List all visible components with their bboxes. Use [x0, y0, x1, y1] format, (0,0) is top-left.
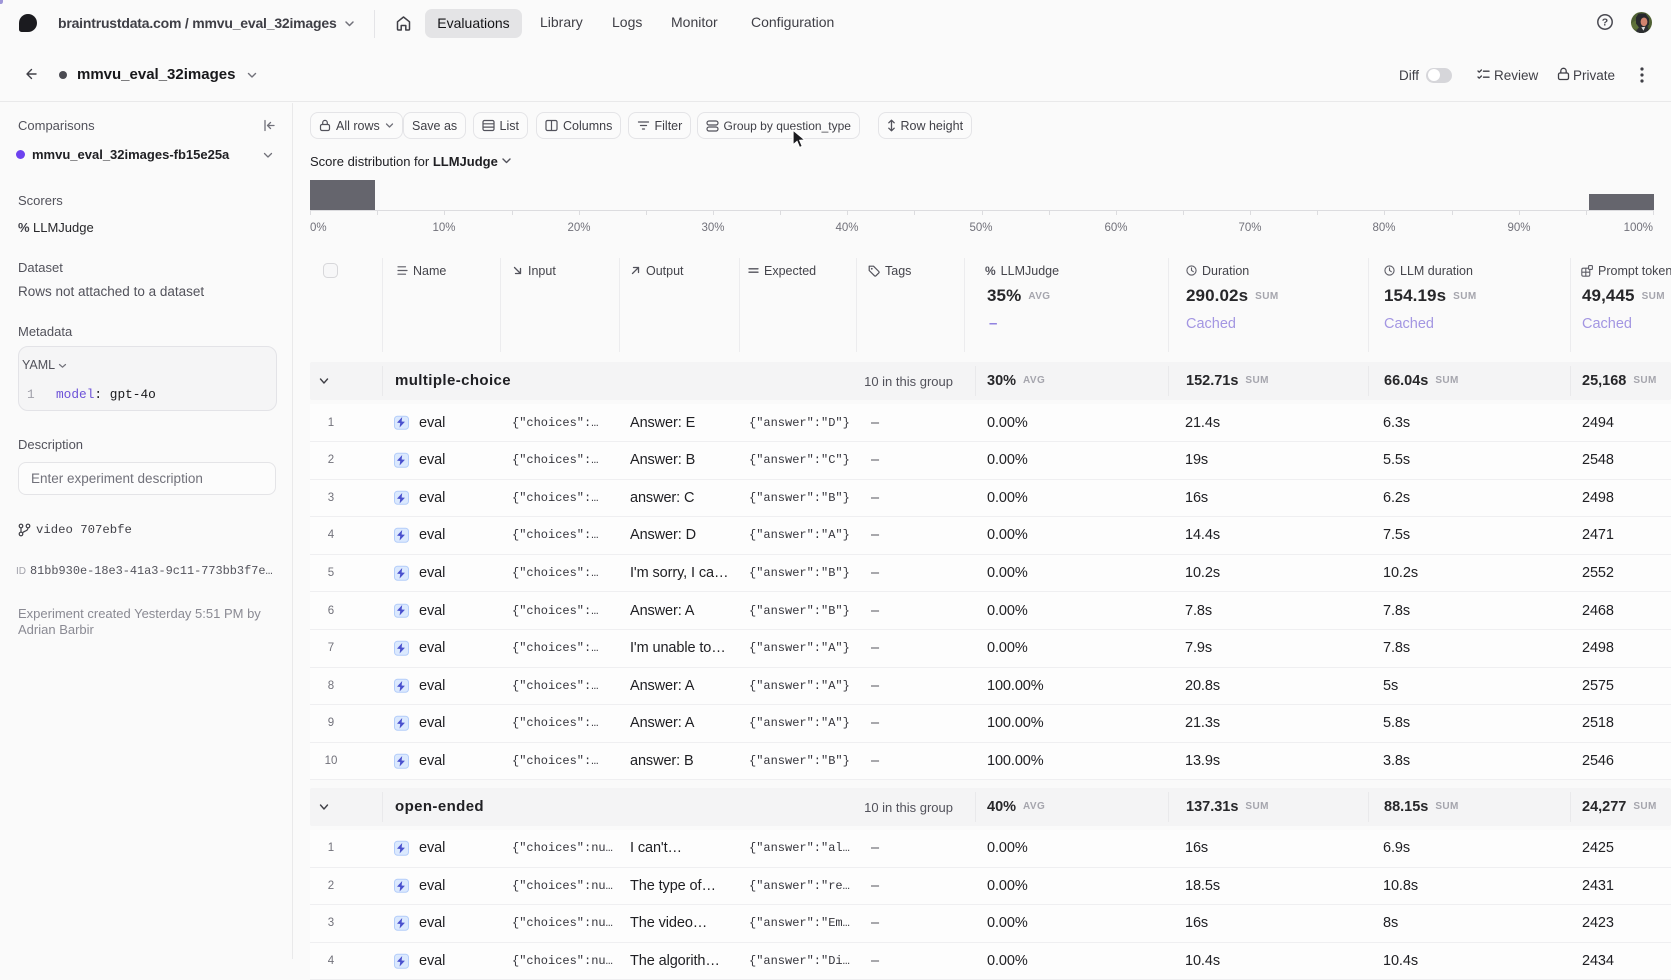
svg-text:?: ?: [1602, 17, 1608, 29]
